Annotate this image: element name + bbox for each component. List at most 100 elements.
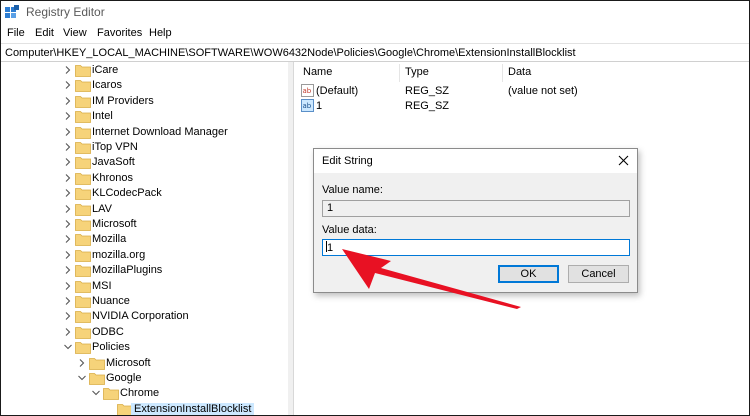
tree-item[interactable]: Nuance (1, 294, 288, 309)
menu-help[interactable]: Help (149, 27, 172, 39)
tree-item[interactable]: ExtensionInstallBlocklist (1, 402, 288, 415)
svg-text:ab: ab (303, 87, 312, 95)
folder-icon (75, 249, 91, 262)
tree-item[interactable]: JavaSoft (1, 155, 288, 170)
folder-icon (75, 234, 91, 247)
value-row-1[interactable]: ab 1 REG_SZ (294, 99, 749, 114)
chevron-right-icon[interactable] (63, 127, 73, 137)
menu-view[interactable]: View (63, 27, 87, 39)
chevron-right-icon[interactable] (63, 327, 73, 337)
tree-item[interactable]: Policies (1, 340, 288, 355)
chevron-right-icon[interactable] (63, 111, 73, 121)
tree-item[interactable]: Icaros (1, 78, 288, 93)
tree-item-label: Khronos (92, 171, 133, 184)
close-icon[interactable] (618, 155, 629, 166)
address-bar[interactable]: Computer\HKEY_LOCAL_MACHINE\SOFTWARE\WOW… (1, 43, 749, 62)
tree-item[interactable]: Google (1, 371, 288, 386)
chevron-right-icon[interactable] (63, 80, 73, 90)
chevron-right-icon[interactable] (63, 234, 73, 244)
tree-item[interactable]: Microsoft (1, 356, 288, 371)
folder-icon (89, 357, 105, 370)
folder-icon (75, 65, 91, 77)
menu-edit[interactable]: Edit (35, 27, 54, 39)
tree-item[interactable]: ODBC (1, 325, 288, 340)
tree-item-label: Mozilla (92, 233, 127, 246)
window-title: Registry Editor (26, 5, 105, 19)
value-type: REG_SZ (405, 100, 450, 112)
tree-item[interactable]: Microsoft (1, 217, 288, 232)
tree-item-label: KLCodecPack (92, 187, 162, 200)
tree-item-label: ExtensionInstallBlocklist (131, 402, 255, 415)
tree-item[interactable]: MozillaPlugins (1, 263, 288, 278)
chevron-right-icon[interactable] (63, 173, 73, 183)
tree-item[interactable]: iCare (1, 63, 288, 78)
value-name-text: 1 (327, 202, 334, 214)
value-name-label: Value name: (322, 184, 383, 196)
tree-item[interactable]: iTop VPN (1, 140, 288, 155)
tree-item[interactable]: NVIDIA Corporation (1, 309, 288, 324)
registry-editor-icon (5, 5, 19, 18)
chevron-right-icon[interactable] (63, 219, 73, 229)
chevron-down-icon[interactable] (91, 388, 101, 398)
folder-icon (75, 172, 91, 185)
tree-item-label: NVIDIA Corporation (92, 310, 189, 323)
registry-editor-window: Registry Editor File Edit View Favorites… (0, 0, 750, 416)
chevron-right-icon[interactable] (63, 296, 73, 306)
chevron-down-icon[interactable] (63, 342, 73, 352)
value-data: (value not set) (508, 85, 578, 97)
chevron-down-icon[interactable] (77, 373, 87, 383)
value-data-label: Value data: (322, 224, 377, 236)
tree-item[interactable]: Chrome (1, 386, 288, 401)
cancel-button[interactable]: Cancel (568, 265, 629, 283)
tree-item[interactable]: Khronos (1, 171, 288, 186)
folder-icon (89, 373, 105, 385)
tree-item-label: ODBC (92, 325, 124, 338)
tree-item[interactable]: IM Providers (1, 94, 288, 109)
value-name: 1 (316, 100, 323, 112)
value-row-default[interactable]: ab (Default) REG_SZ (value not set) (294, 84, 749, 99)
folder-icon (75, 311, 91, 324)
column-separator[interactable] (399, 64, 400, 82)
folder-icon (75, 265, 91, 278)
column-data[interactable]: Data (508, 66, 531, 78)
tree-item[interactable]: Internet Download Manager (1, 125, 288, 140)
folder-icon (103, 388, 119, 401)
dialog-title-bar[interactable]: Edit String (314, 149, 637, 173)
chevron-right-icon[interactable] (63, 142, 73, 152)
folder-icon (75, 203, 91, 216)
column-separator[interactable] (502, 64, 503, 82)
tree-item[interactable]: mozilla.org (1, 248, 288, 263)
chevron-right-icon[interactable] (63, 65, 73, 75)
chevron-right-icon[interactable] (63, 250, 73, 260)
folder-icon (75, 111, 91, 124)
menu-file[interactable]: File (7, 27, 25, 39)
chevron-right-icon[interactable] (63, 311, 73, 321)
column-name[interactable]: Name (303, 66, 332, 78)
address-path[interactable]: Computer\HKEY_LOCAL_MACHINE\SOFTWARE\WOW… (5, 47, 576, 59)
column-type[interactable]: Type (405, 66, 429, 78)
chevron-right-icon[interactable] (63, 281, 73, 291)
value-name-field: 1 (322, 200, 630, 217)
menu-favorites[interactable]: Favorites (97, 27, 142, 39)
tree-item[interactable]: Mozilla (1, 232, 288, 247)
tree-item[interactable]: LAV (1, 202, 288, 217)
chevron-right-icon[interactable] (77, 358, 87, 368)
chevron-right-icon[interactable] (63, 265, 73, 275)
tree-item[interactable]: MSI (1, 279, 288, 294)
chevron-right-icon[interactable] (63, 188, 73, 198)
folder-icon (75, 157, 91, 170)
chevron-right-icon[interactable] (63, 204, 73, 214)
tree-item[interactable]: KLCodecPack (1, 186, 288, 201)
tree-item-label: MSI (92, 279, 112, 292)
title-bar[interactable]: Registry Editor (1, 1, 749, 23)
tree-item-label: IM Providers (92, 94, 154, 107)
folder-icon (75, 80, 91, 93)
chevron-right-icon[interactable] (63, 96, 73, 106)
tree-item-label: Policies (92, 341, 130, 354)
chevron-right-icon[interactable] (63, 157, 73, 167)
tree-item[interactable]: Intel (1, 109, 288, 124)
registry-tree[interactable]: iCare Icaros IM Providers Intel Internet Dow… (1, 62, 288, 415)
folder-icon (75, 326, 91, 339)
tree-item-label: iCare (92, 64, 119, 76)
folder-icon (75, 188, 91, 201)
